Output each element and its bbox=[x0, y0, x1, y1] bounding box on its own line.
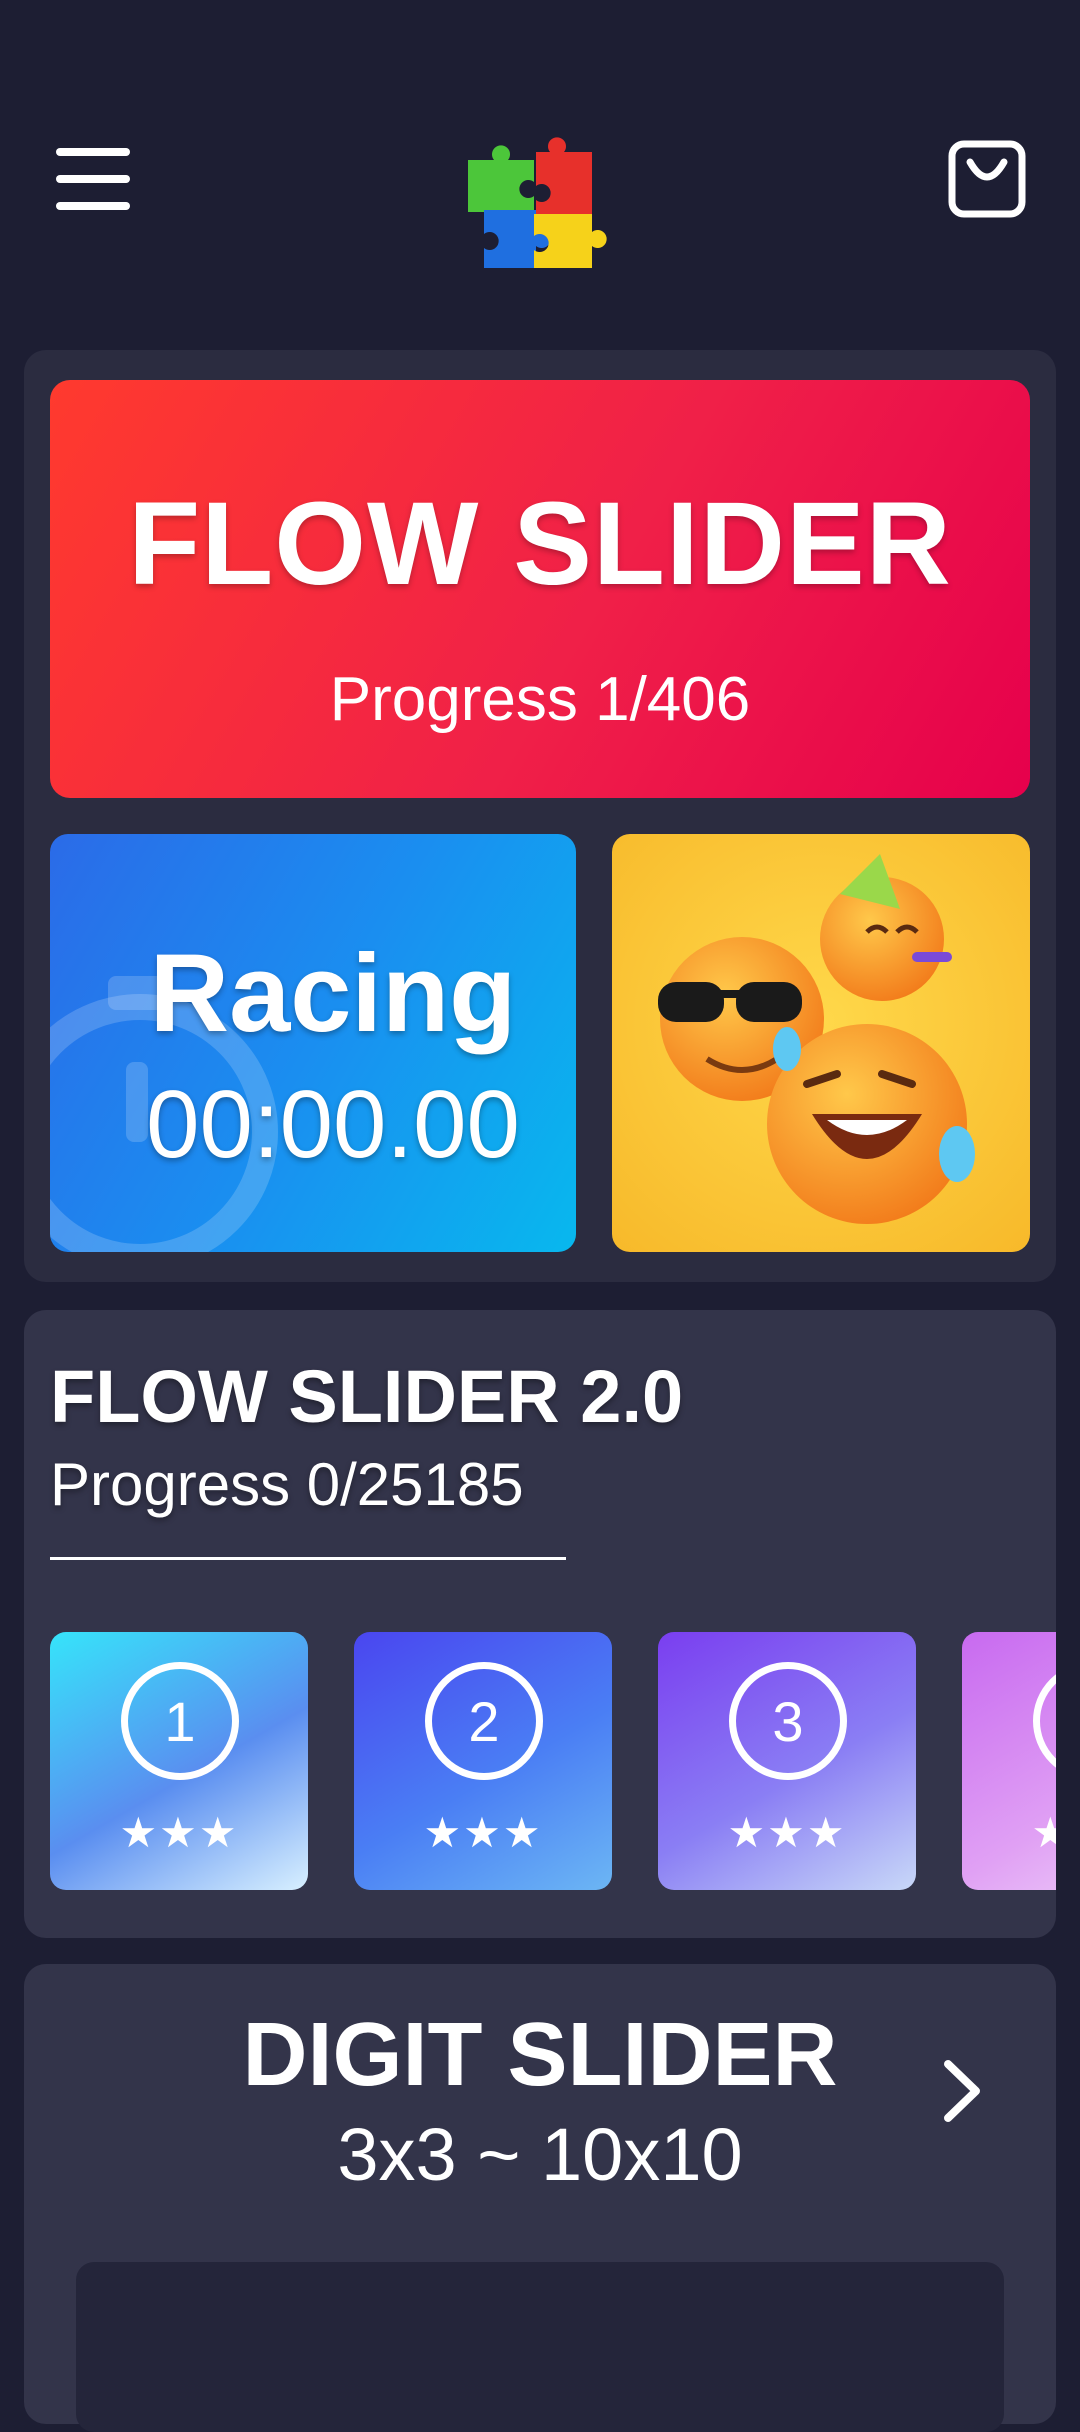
party-emojis-card[interactable] bbox=[612, 834, 1030, 1252]
racing-title: Racing bbox=[149, 932, 517, 1055]
flow-slider-2-panel: FLOW SLIDER 2.0 Progress 0/25185 1 ★★★ 2… bbox=[24, 1310, 1056, 1938]
digit-slider-preview bbox=[76, 2262, 1004, 2432]
level-number: 4 bbox=[1033, 1662, 1056, 1780]
level-card-4[interactable]: 4 ★★★ bbox=[962, 1632, 1056, 1890]
level-stars: ★★★ bbox=[1031, 1809, 1056, 1856]
level-number: 3 bbox=[729, 1662, 847, 1780]
flow-slider-2-progress: Progress 0/25185 bbox=[50, 1451, 524, 1518]
digit-slider-title: DIGIT SLIDER bbox=[242, 2005, 838, 2105]
racing-card[interactable]: Racing 00:00.00 bbox=[50, 834, 576, 1252]
flow-slider-card[interactable]: FLOW SLIDER Progress 1/406 bbox=[50, 380, 1030, 798]
level-number: 1 bbox=[121, 1662, 239, 1780]
level-card-3[interactable]: 3 ★★★ bbox=[658, 1632, 916, 1890]
level-stars: ★★★ bbox=[423, 1809, 543, 1856]
level-stars: ★★★ bbox=[727, 1809, 847, 1856]
featured-games-panel: FLOW SLIDER Progress 1/406 Racing 00:00.… bbox=[24, 350, 1056, 1282]
puzzle-pieces-logo bbox=[468, 137, 607, 268]
party-emojis-image bbox=[658, 854, 975, 1224]
level-card-1[interactable]: 1 ★★★ bbox=[50, 1632, 308, 1890]
digit-slider-panel[interactable]: DIGIT SLIDER 3x3 ~ 10x10 bbox=[24, 1964, 1056, 2432]
level-card-2[interactable]: 2 ★★★ bbox=[354, 1632, 612, 1890]
chevron-right-icon[interactable] bbox=[938, 2056, 988, 2126]
divider bbox=[50, 1557, 566, 1560]
level-list[interactable]: 1 ★★★ 2 ★★★ 3 ★★★ 4 ★★★ bbox=[50, 1632, 1056, 1892]
hamburger-menu-icon[interactable] bbox=[56, 148, 130, 210]
digit-slider-subtitle: 3x3 ~ 10x10 bbox=[337, 2113, 743, 2196]
flow-slider-progress: Progress 1/406 bbox=[329, 665, 751, 734]
racing-timer: 00:00.00 bbox=[146, 1071, 520, 1178]
flow-slider-title: FLOW SLIDER bbox=[128, 478, 952, 610]
flow-slider-2-title: FLOW SLIDER 2.0 bbox=[50, 1355, 684, 1438]
app-header bbox=[0, 0, 1080, 340]
level-stars: ★★★ bbox=[119, 1809, 239, 1856]
level-number: 2 bbox=[425, 1662, 543, 1780]
shopping-bag-icon[interactable] bbox=[948, 140, 1026, 218]
